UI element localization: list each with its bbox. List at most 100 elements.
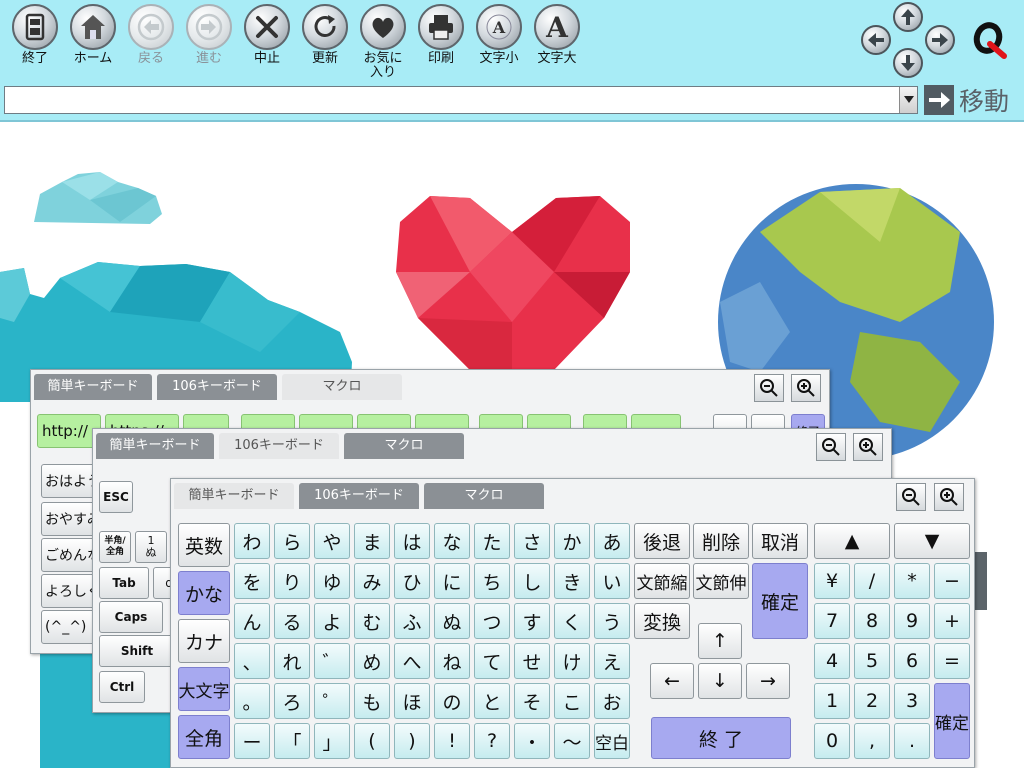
- kana-key[interactable]: し: [514, 563, 550, 599]
- kana-key[interactable]: ゛: [314, 643, 350, 679]
- kana-key[interactable]: 、: [234, 643, 270, 679]
- forward-button[interactable]: 進む: [180, 4, 238, 76]
- cancel-key[interactable]: 取消: [752, 523, 808, 559]
- zoom-out-button[interactable]: [754, 374, 784, 402]
- kana-key[interactable]: 空白: [594, 723, 630, 759]
- kana-key[interactable]: わ: [234, 523, 270, 559]
- tab-key[interactable]: Tab: [99, 567, 149, 599]
- kana-key[interactable]: れ: [274, 643, 310, 679]
- kana-key[interactable]: も: [354, 683, 390, 719]
- kana-key[interactable]: 」: [314, 723, 350, 759]
- mode-key-alnum[interactable]: 英数: [178, 523, 230, 567]
- ctrl-key[interactable]: Ctrl: [99, 671, 145, 703]
- go-button[interactable]: 移動: [924, 84, 1009, 116]
- numpad-key[interactable]: 7: [814, 603, 850, 639]
- kana-key[interactable]: 。: [234, 683, 270, 719]
- numpad-key[interactable]: /: [854, 563, 890, 599]
- kana-key[interactable]: !: [434, 723, 470, 759]
- tab-simple-keyboard[interactable]: 簡単キーボード: [96, 433, 214, 459]
- kana-key[interactable]: 〜: [554, 723, 590, 759]
- exit-button[interactable]: 終了: [6, 4, 64, 76]
- kana-key[interactable]: な: [434, 523, 470, 559]
- tab-106-keyboard[interactable]: 106キーボード: [157, 374, 277, 400]
- kana-key[interactable]: け: [554, 643, 590, 679]
- kana-key[interactable]: と: [474, 683, 510, 719]
- kana-key[interactable]: よ: [314, 603, 350, 639]
- hankaku-key[interactable]: 半角/ 全角: [99, 531, 131, 563]
- zoom-out-button[interactable]: [816, 433, 846, 461]
- kana-key[interactable]: 「: [274, 723, 310, 759]
- convert-key[interactable]: 変換: [634, 603, 690, 639]
- kana-key[interactable]: せ: [514, 643, 550, 679]
- zoom-in-button[interactable]: [791, 374, 821, 402]
- text_small-button[interactable]: A 文字小: [470, 4, 528, 76]
- numpad-confirm-key[interactable]: 確定: [934, 683, 970, 759]
- kana-key[interactable]: を: [234, 563, 270, 599]
- kana-key[interactable]: は: [394, 523, 430, 559]
- kana-key[interactable]: う: [594, 603, 630, 639]
- kana-key[interactable]: え: [594, 643, 630, 679]
- kana-key[interactable]: に: [434, 563, 470, 599]
- kana-key[interactable]: ろ: [274, 683, 310, 719]
- numpad-key[interactable]: *: [894, 563, 930, 599]
- extend-phrase-key[interactable]: 文節伸: [693, 563, 749, 599]
- print-button[interactable]: 印刷: [412, 4, 470, 76]
- kana-key[interactable]: く: [554, 603, 590, 639]
- kana-key[interactable]: み: [354, 563, 390, 599]
- kana-key[interactable]: ら: [274, 523, 310, 559]
- numpad-key[interactable]: ,: [854, 723, 890, 759]
- shift-key[interactable]: Shift: [99, 635, 175, 667]
- page-down-key[interactable]: ▼: [894, 523, 970, 559]
- tab-simple-keyboard[interactable]: 簡単キーボード: [174, 483, 294, 509]
- kana-key[interactable]: め: [354, 643, 390, 679]
- kana-key[interactable]: ?: [474, 723, 510, 759]
- kana-key[interactable]: へ: [394, 643, 430, 679]
- zoom-in-button[interactable]: [853, 433, 883, 461]
- kana-key[interactable]: ゜: [314, 683, 350, 719]
- numpad-key[interactable]: ¥: [814, 563, 850, 599]
- zoom-in-button[interactable]: [934, 483, 964, 511]
- kana-key[interactable]: す: [514, 603, 550, 639]
- numpad-key[interactable]: 1: [814, 683, 850, 719]
- kana-key[interactable]: そ: [514, 683, 550, 719]
- home-button[interactable]: ホーム: [64, 4, 122, 76]
- numpad-key[interactable]: =: [934, 643, 970, 679]
- backspace-key[interactable]: 後退: [634, 523, 690, 559]
- scroll-down-button[interactable]: [893, 48, 923, 78]
- kana-key[interactable]: や: [314, 523, 350, 559]
- tab-106-keyboard[interactable]: 106キーボード: [299, 483, 419, 509]
- kana-key[interactable]: ま: [354, 523, 390, 559]
- kana-key[interactable]: つ: [474, 603, 510, 639]
- numpad-key[interactable]: 5: [854, 643, 890, 679]
- arrow-right-key[interactable]: →: [746, 663, 790, 699]
- delete-key[interactable]: 削除: [693, 523, 749, 559]
- kana-key[interactable]: き: [554, 563, 590, 599]
- kana-key[interactable]: た: [474, 523, 510, 559]
- text_large-button[interactable]: A 文字大: [528, 4, 586, 76]
- kana-key[interactable]: ね: [434, 643, 470, 679]
- mode-key-fullwidth[interactable]: 全角: [178, 715, 230, 759]
- numpad-key[interactable]: −: [934, 563, 970, 599]
- scroll-left-button[interactable]: [861, 25, 891, 55]
- confirm-key[interactable]: 確定: [752, 563, 808, 639]
- tab-106-keyboard[interactable]: 106キーボード: [219, 433, 339, 459]
- kana-key[interactable]: ー: [234, 723, 270, 759]
- mode-key-hiragana[interactable]: かな: [178, 571, 230, 615]
- favorites-button[interactable]: お気に 入り: [354, 4, 412, 80]
- numpad-key[interactable]: 9: [894, 603, 930, 639]
- tab-macro[interactable]: マクロ: [344, 433, 464, 459]
- back-button[interactable]: 戻る: [122, 4, 180, 76]
- kana-key[interactable]: さ: [514, 523, 550, 559]
- refresh-button[interactable]: 更新: [296, 4, 354, 76]
- arrow-up-key[interactable]: ↑: [698, 623, 742, 659]
- mode-key-uppercase[interactable]: 大文字: [178, 667, 230, 711]
- arrow-left-key[interactable]: ←: [650, 663, 694, 699]
- address-input[interactable]: [5, 87, 899, 113]
- kana-key[interactable]: い: [594, 563, 630, 599]
- kana-key[interactable]: り: [274, 563, 310, 599]
- kana-key[interactable]: こ: [554, 683, 590, 719]
- page-scrollbar-thumb[interactable]: [975, 552, 987, 610]
- kana-key[interactable]: の: [434, 683, 470, 719]
- numpad-key[interactable]: 8: [854, 603, 890, 639]
- kana-key[interactable]: ち: [474, 563, 510, 599]
